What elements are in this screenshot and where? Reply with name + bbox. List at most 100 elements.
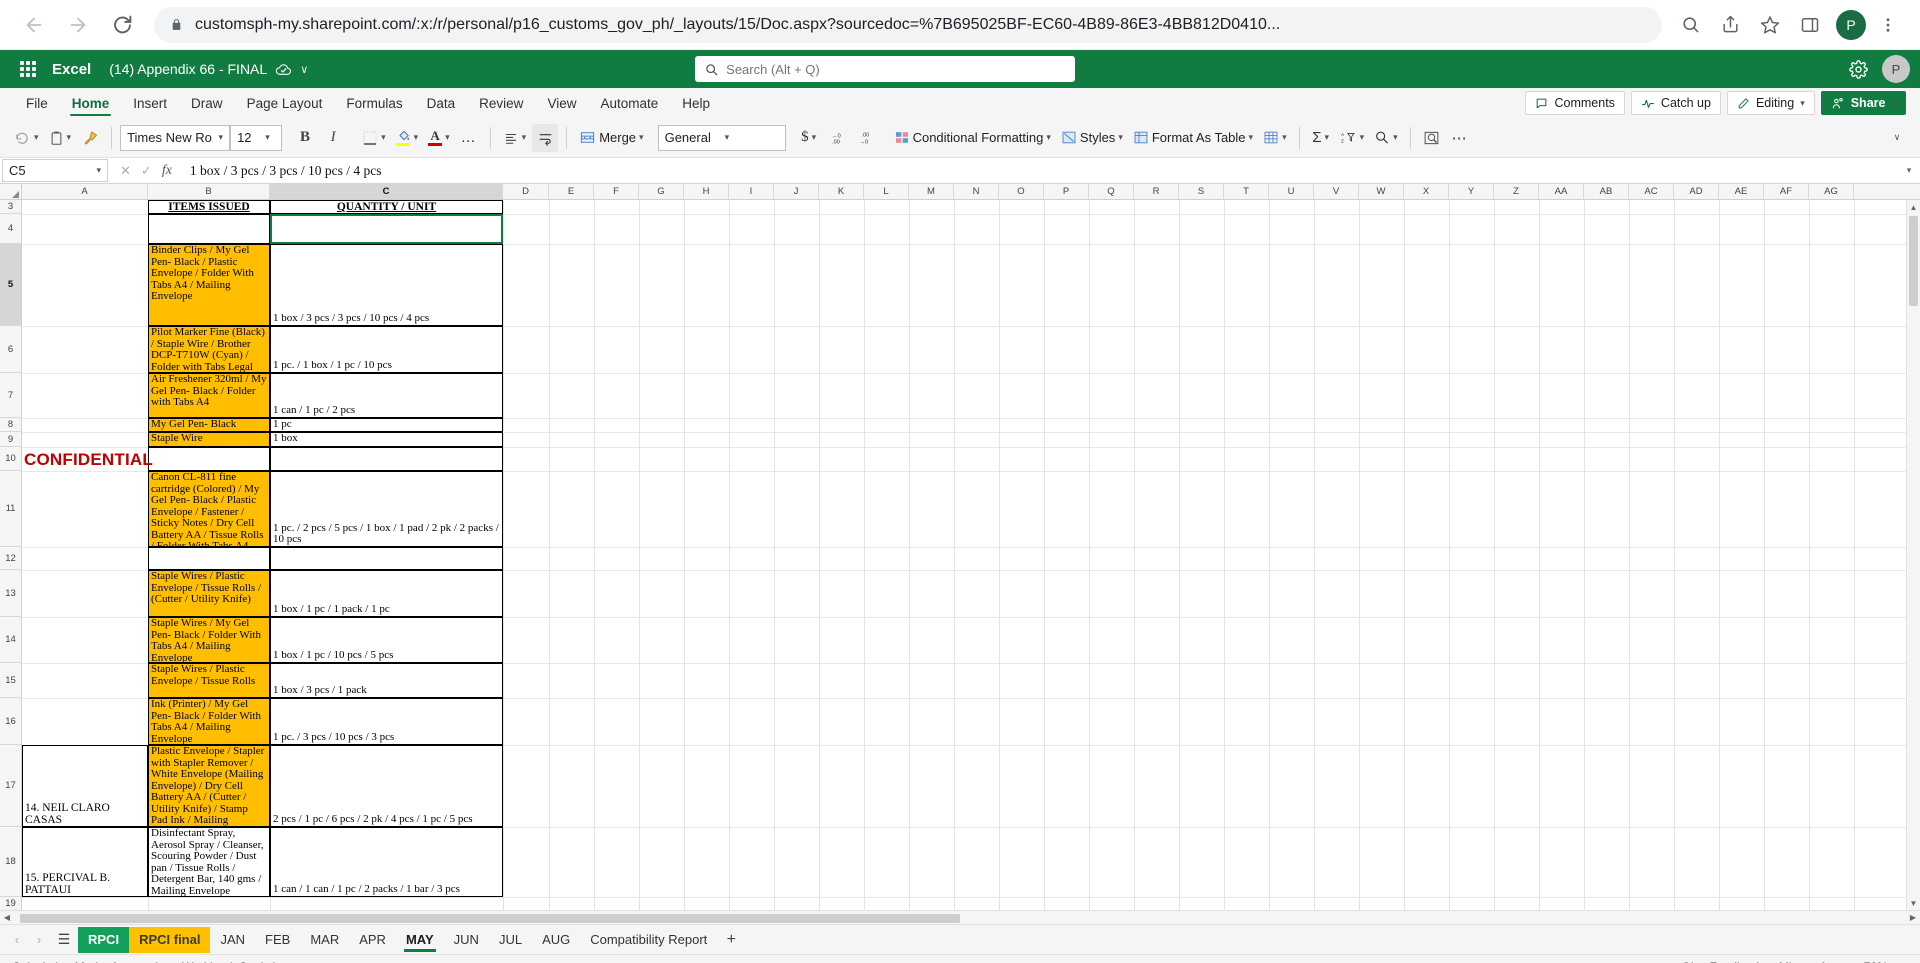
wrap-text-button[interactable] — [532, 123, 559, 152]
comments-button[interactable]: Comments — [1525, 91, 1625, 115]
row-header-6[interactable]: 6 — [0, 326, 21, 373]
tab-review[interactable]: Review — [467, 88, 535, 118]
cell-C7[interactable]: 1 can / 1 pc / 2 pcs — [270, 373, 503, 418]
cell-B17[interactable]: Plastic Envelope / Stapler with Stapler … — [148, 745, 270, 827]
cell-B6[interactable]: Pilot Marker Fine (Black) / Staple Wire … — [148, 326, 270, 373]
row-header-13[interactable]: 13 — [0, 570, 21, 617]
number-format-combobox[interactable]: General ▾ — [657, 124, 786, 151]
catch-up-button[interactable]: Catch up — [1630, 91, 1721, 115]
chevron-down-icon[interactable]: ▾ — [445, 132, 450, 143]
address-bar[interactable]: customsph-my.sharepoint.com/:x:/r/person… — [154, 6, 1662, 43]
paste-button[interactable]: ▾ — [45, 124, 76, 152]
column-header-AA[interactable]: AA — [1539, 184, 1584, 199]
calculation-mode-label[interactable]: Calculation Mode: Automatic — [12, 960, 164, 963]
chevron-down-icon[interactable]: ▾ — [1118, 132, 1123, 143]
currency-format-button[interactable]: $ ▾ — [796, 124, 822, 152]
row-header-17[interactable]: 17 — [0, 745, 21, 827]
borders-button[interactable]: ▾ — [358, 124, 390, 152]
column-header-F[interactable]: F — [594, 184, 639, 199]
column-header-L[interactable]: L — [864, 184, 909, 199]
tab-page-layout[interactable]: Page Layout — [235, 88, 335, 118]
column-header-G[interactable]: G — [639, 184, 684, 199]
column-header-A[interactable]: A — [22, 184, 148, 199]
cell-C4[interactable] — [270, 214, 503, 244]
sheet-tab-mar[interactable]: MAR — [300, 927, 349, 953]
cell-A17[interactable]: 14. NEIL CLARO CASAS — [22, 745, 148, 827]
scroll-up-icon[interactable]: ▲ — [1907, 200, 1920, 214]
row-header-12[interactable]: 12 — [0, 547, 21, 570]
tab-home[interactable]: Home — [60, 88, 122, 118]
column-header-AF[interactable]: AF — [1764, 184, 1809, 199]
zoom-in-button[interactable]: + — [1900, 959, 1908, 963]
vertical-scrollbar[interactable]: ▲ ▼ — [1906, 200, 1920, 910]
chevron-down-icon[interactable]: ▾ — [1324, 132, 1329, 143]
tab-automate[interactable]: Automate — [588, 88, 670, 118]
column-header-AC[interactable]: AC — [1629, 184, 1674, 199]
cell-C5[interactable]: 1 box / 3 pcs / 3 pcs / 10 pcs / 4 pcs — [270, 244, 503, 326]
scroll-left-icon[interactable]: ◀ — [0, 913, 14, 922]
column-header-V[interactable]: V — [1314, 184, 1359, 199]
cell-C18[interactable]: 1 can / 1 can / 1 pc / 2 packs / 1 bar /… — [270, 827, 503, 897]
sheet-tab-rpci-final[interactable]: RPCI final — [129, 926, 211, 953]
undo-button[interactable]: ▾ — [10, 124, 43, 152]
column-header-AD[interactable]: AD — [1674, 184, 1719, 199]
cell-C11[interactable]: 1 pc. / 2 pcs / 5 pcs / 1 box / 1 pad / … — [270, 471, 503, 547]
cell-A18[interactable]: 15. PERCIVAL B. PATTAUI — [22, 827, 148, 897]
row-header-11[interactable]: 11 — [0, 471, 21, 547]
feedback-label[interactable]: Give Feedback to Microsoft — [1682, 960, 1828, 963]
scroll-down-icon[interactable]: ▼ — [1907, 896, 1920, 910]
chevron-down-icon[interactable]: ▾ — [96, 165, 101, 176]
column-header-W[interactable]: W — [1359, 184, 1404, 199]
row-header-3[interactable]: 3 — [0, 200, 21, 214]
decrease-decimal-button[interactable]: ←0.00 — [824, 124, 850, 152]
cell-C9[interactable]: 1 box — [270, 432, 503, 447]
cell-B10[interactable] — [148, 447, 270, 471]
tab-draw[interactable]: Draw — [179, 88, 235, 118]
cell-B11[interactable]: Canon CL-811 fine cartridge (Colored) / … — [148, 471, 270, 547]
format-painter-button[interactable] — [77, 124, 103, 152]
row-header-7[interactable]: 7 — [0, 373, 21, 418]
cell-B12[interactable] — [148, 547, 270, 570]
format-as-table-button[interactable]: Format As Table ▾ — [1129, 124, 1257, 152]
column-header-S[interactable]: S — [1179, 184, 1224, 199]
cell-C8[interactable]: 1 pc — [270, 418, 503, 432]
column-header-K[interactable]: K — [819, 184, 864, 199]
insert-function-button[interactable]: fx — [162, 163, 172, 179]
column-header-M[interactable]: M — [909, 184, 954, 199]
search-box[interactable] — [695, 56, 1076, 82]
sheet-tab-rpci[interactable]: RPCI — [78, 926, 130, 953]
merge-cells-button[interactable]: Merge ▾ — [575, 124, 647, 152]
chevron-down-icon[interactable]: ▾ — [1360, 132, 1365, 143]
bookmark-star-icon[interactable] — [1752, 7, 1788, 43]
column-header-D[interactable]: D — [503, 184, 549, 199]
insert-cells-button[interactable]: ▾ — [1259, 124, 1291, 152]
chevron-down-icon[interactable]: ▾ — [1282, 132, 1287, 143]
tab-help[interactable]: Help — [670, 88, 722, 118]
cell-B5[interactable]: Binder Clips / My Gel Pen- Black / Plast… — [148, 244, 270, 326]
scroll-right-icon[interactable]: ▶ — [1906, 913, 1920, 922]
conditional-formatting-button[interactable]: Conditional Formatting ▾ — [890, 124, 1055, 152]
tab-insert[interactable]: Insert — [121, 88, 179, 118]
chevron-down-icon[interactable]: ▾ — [639, 132, 644, 143]
chevron-down-icon[interactable]: ▾ — [34, 132, 39, 143]
zoom-out-button[interactable]: − — [1844, 959, 1852, 963]
find-button[interactable]: ▾ — [1370, 124, 1402, 152]
chevron-down-icon[interactable]: ▾ — [1046, 132, 1051, 143]
cell-B15[interactable]: Staple Wires / Plastic Envelope / Tissue… — [148, 663, 270, 698]
chevron-down-icon[interactable]: ▾ — [258, 132, 278, 143]
sheet-tab-may[interactable]: MAY — [396, 927, 444, 953]
reload-icon[interactable] — [102, 5, 142, 45]
column-header-J[interactable]: J — [774, 184, 819, 199]
sidebar-toggle-icon[interactable] — [1792, 7, 1828, 43]
share-icon[interactable] — [1712, 7, 1748, 43]
horizontal-scroll-track[interactable] — [14, 912, 1906, 923]
chevron-down-icon[interactable]: ▾ — [212, 132, 229, 143]
horizontal-scrollbar[interactable]: ◀ ▶ — [0, 910, 1920, 924]
horizontal-scroll-thumb[interactable] — [20, 913, 960, 923]
all-sheets-menu-icon[interactable]: ☰ — [50, 931, 78, 948]
cell-C6[interactable]: 1 pc. / 1 box / 1 pc / 10 pcs — [270, 326, 503, 373]
column-header-Q[interactable]: Q — [1089, 184, 1134, 199]
document-title[interactable]: (14) Appendix 66 - FINAL — [109, 61, 267, 77]
sheet-tab-feb[interactable]: FEB — [255, 927, 300, 953]
cell-B7[interactable]: Air Freshener 320ml / My Gel Pen- Black … — [148, 373, 270, 418]
